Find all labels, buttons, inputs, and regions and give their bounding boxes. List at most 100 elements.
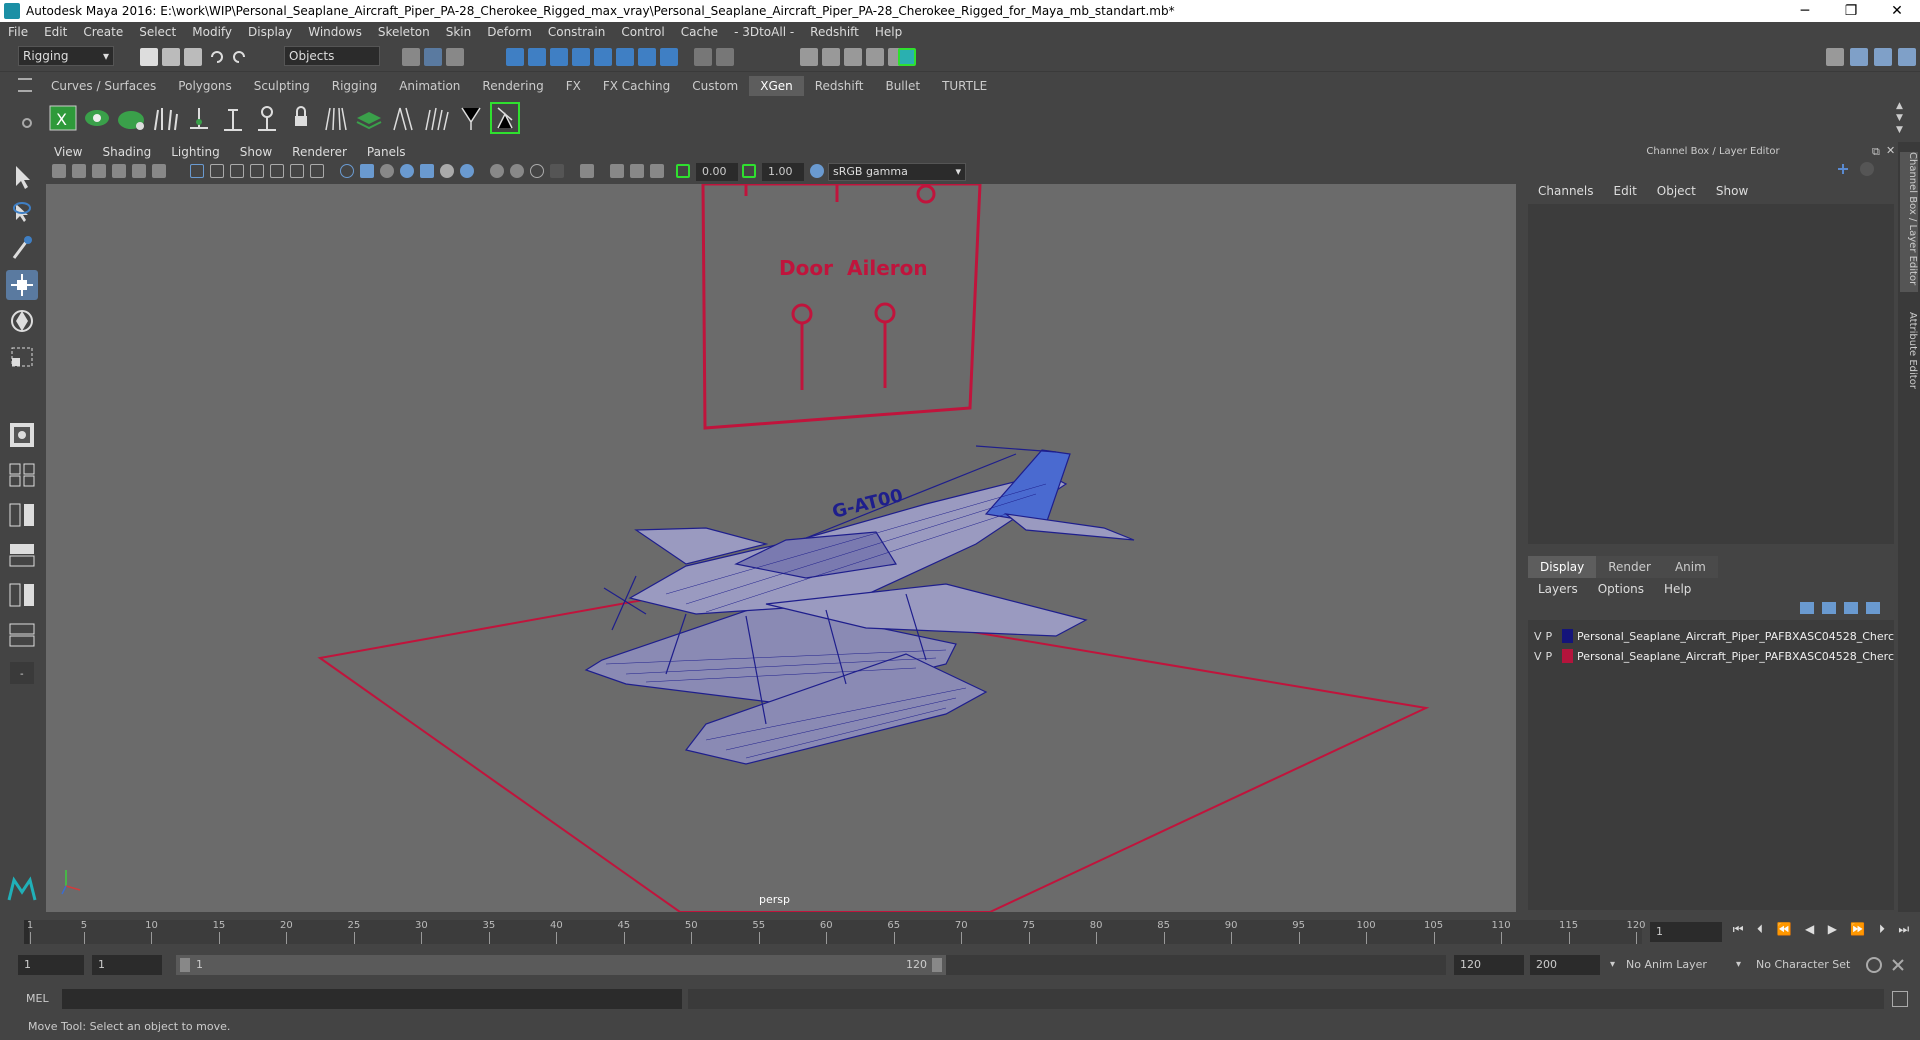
two-view-layout-icon[interactable] xyxy=(6,500,38,530)
go-to-start-icon[interactable]: ⏮ xyxy=(1733,922,1744,942)
more-layouts-icon[interactable]: - xyxy=(6,658,38,688)
new-layer-selected-icon[interactable] xyxy=(1866,602,1880,614)
time-slider-track[interactable]: 1 5 10 15 20 25 30 35 40 45 50 55 60 65 70 75 80 85 90 95 10… xyxy=(24,920,1646,944)
range-slider[interactable]: 1 120 xyxy=(176,955,946,975)
range-slider-track[interactable] xyxy=(946,955,1446,975)
resolution-gate-icon[interactable] xyxy=(230,164,244,178)
2d-pan-zoom-icon[interactable] xyxy=(132,164,146,178)
shelf-settings-icon[interactable] xyxy=(22,118,32,128)
xgen-preview-icon[interactable] xyxy=(82,102,112,134)
panel-close-icon[interactable]: ✕ xyxy=(1886,144,1895,157)
layer-menu-help[interactable]: Help xyxy=(1654,580,1701,598)
current-frame-field[interactable]: 1 xyxy=(1650,922,1722,942)
safe-title-icon[interactable] xyxy=(310,164,324,178)
channel-box-area[interactable] xyxy=(1528,204,1894,544)
step-forward-key-icon[interactable]: ⏩ xyxy=(1850,922,1865,942)
go-to-end-icon[interactable]: ⏭ xyxy=(1898,922,1909,942)
menu-3dtoall[interactable]: - 3DtoAll - xyxy=(726,25,802,39)
open-scene-icon[interactable] xyxy=(162,48,180,66)
shadows-icon[interactable] xyxy=(460,164,474,178)
toggle-panel-icon[interactable] xyxy=(1850,48,1868,66)
channel-box-menu-edit[interactable]: Edit xyxy=(1604,184,1647,198)
select-component-icon[interactable] xyxy=(446,48,464,66)
depth-of-field-icon[interactable] xyxy=(550,164,564,178)
minimize-button[interactable]: ─ xyxy=(1782,0,1828,22)
lock-icon[interactable] xyxy=(694,48,712,66)
default-material-icon[interactable] xyxy=(380,164,394,178)
isolate-select-icon[interactable] xyxy=(580,164,594,178)
move-layer-up-icon[interactable] xyxy=(1800,602,1814,614)
graph-layout-icon[interactable] xyxy=(6,580,38,610)
scale-tool-icon[interactable] xyxy=(6,342,38,372)
viewport-menu-renderer[interactable]: Renderer xyxy=(282,145,357,159)
toggle-attribute-icon[interactable] xyxy=(1874,48,1892,66)
shelf-tab-curves[interactable]: Curves / Surfaces xyxy=(40,76,167,96)
safe-action-icon[interactable] xyxy=(290,164,304,178)
xgen-guide-lock-icon[interactable] xyxy=(252,102,282,134)
play-forward-icon[interactable]: ▶ xyxy=(1828,922,1837,942)
shelf-tab-xgen[interactable]: XGen xyxy=(749,76,804,96)
ipr-render-icon[interactable] xyxy=(822,48,840,66)
animation-start-field[interactable]: 1 xyxy=(18,955,84,975)
menu-skeleton[interactable]: Skeleton xyxy=(370,25,438,39)
textured-icon[interactable] xyxy=(420,164,434,178)
playback-start-field[interactable]: 1 xyxy=(92,955,162,975)
lights-icon[interactable] xyxy=(440,164,454,178)
motion-blur-icon[interactable] xyxy=(510,164,524,178)
wireframe-icon[interactable] xyxy=(340,164,354,178)
render-settings-icon[interactable] xyxy=(844,48,862,66)
xgen-icon[interactable] xyxy=(898,48,916,66)
shelf-tab-custom[interactable]: Custom xyxy=(681,76,749,96)
xray-components-icon[interactable] xyxy=(650,164,664,178)
color-management-icon[interactable] xyxy=(810,164,824,178)
character-set-dropdown[interactable]: No Character Set xyxy=(1752,955,1862,975)
layer-color-swatch[interactable] xyxy=(1562,629,1574,643)
viewport-menu-shading[interactable]: Shading xyxy=(92,145,161,159)
shelf-tab-turtle[interactable]: TURTLE xyxy=(931,76,998,96)
snap-vertex-icon[interactable] xyxy=(616,48,634,66)
viewport-menu-view[interactable]: View xyxy=(44,145,92,159)
channel-speed-icon[interactable] xyxy=(1860,162,1874,176)
anti-aliasing-icon[interactable] xyxy=(530,164,544,178)
shelf-tab-sculpting[interactable]: Sculpting xyxy=(243,76,321,96)
auto-key-icon[interactable] xyxy=(1866,957,1882,973)
command-input[interactable] xyxy=(62,989,682,1009)
step-forward-frame-icon[interactable]: ⏵ xyxy=(1879,922,1885,942)
layer-menu-layers[interactable]: Layers xyxy=(1528,580,1588,598)
toggle-channel-box-icon[interactable] xyxy=(1898,48,1916,66)
menu-redshift[interactable]: Redshift xyxy=(802,25,867,39)
undo-icon[interactable] xyxy=(208,48,226,66)
hypershade-layout-icon[interactable] xyxy=(6,620,38,650)
xray-icon[interactable] xyxy=(610,164,624,178)
move-tool-icon[interactable] xyxy=(6,270,38,300)
rotate-tool-icon[interactable] xyxy=(6,306,38,336)
selection-mask-dropdown[interactable]: Objects xyxy=(284,46,380,66)
anim-layer-dropdown[interactable]: No Anim Layer xyxy=(1622,955,1742,975)
menu-set-dropdown[interactable]: Rigging ▾ xyxy=(18,46,114,66)
viewport-menu-show[interactable]: Show xyxy=(230,145,282,159)
shelf-tab-rendering[interactable]: Rendering xyxy=(471,76,554,96)
snap-point-icon[interactable] xyxy=(550,48,568,66)
animation-preferences-icon[interactable] xyxy=(1890,957,1906,973)
shelf-scroll-icon[interactable]: ▲ ▼ ▼ xyxy=(1896,100,1903,136)
script-editor-icon[interactable] xyxy=(1892,991,1908,1007)
xgen-noise-icon[interactable] xyxy=(422,102,452,134)
menu-skin[interactable]: Skin xyxy=(438,25,480,39)
command-language-label[interactable]: MEL xyxy=(26,990,49,1008)
redo-icon[interactable] xyxy=(230,48,248,66)
menu-create[interactable]: Create xyxy=(75,25,131,39)
chevron-down-icon[interactable]: ▾ xyxy=(1610,955,1615,975)
move-layer-down-icon[interactable] xyxy=(1822,602,1836,614)
gamma-field[interactable]: 1.00 xyxy=(762,163,804,181)
xgen-clump-icon[interactable] xyxy=(456,102,486,134)
channel-box-menu-channels[interactable]: Channels xyxy=(1528,184,1604,198)
snap-help-icon[interactable] xyxy=(660,48,678,66)
gate-mask-icon[interactable] xyxy=(250,164,264,178)
close-button[interactable]: ✕ xyxy=(1874,0,1920,22)
playback-end-field[interactable]: 120 xyxy=(1454,955,1524,975)
range-end-handle[interactable] xyxy=(932,958,942,972)
menu-control[interactable]: Control xyxy=(613,25,672,39)
four-view-layout-icon[interactable] xyxy=(6,460,38,490)
xgen-add-guide-icon[interactable] xyxy=(184,102,214,134)
shelf-tab-bullet[interactable]: Bullet xyxy=(874,76,931,96)
